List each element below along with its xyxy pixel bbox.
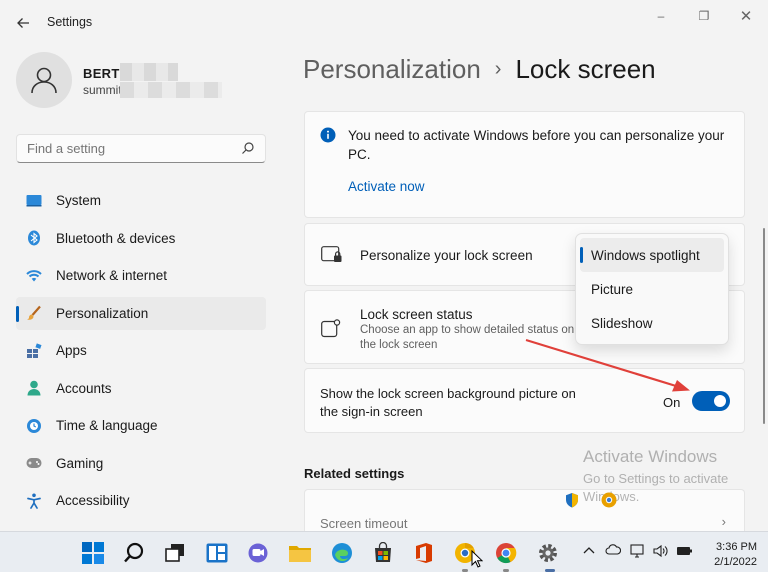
personalize-label: Personalize your lock screen — [360, 248, 533, 263]
clock-date: 2/1/2022 — [714, 556, 757, 568]
edge-icon[interactable] — [330, 541, 354, 565]
activate-now-link[interactable]: Activate now — [348, 179, 425, 194]
volume-icon[interactable] — [653, 544, 669, 561]
user-icon — [31, 67, 57, 94]
search-input[interactable] — [17, 135, 227, 162]
apps-icon — [26, 342, 42, 359]
toggle-state-label: On — [663, 395, 681, 410]
breadcrumb: Personalization › Lock screen — [303, 54, 656, 85]
signin-background-toggle[interactable] — [692, 391, 730, 411]
lock-status-description: Choose an app to show detailed status on… — [360, 324, 575, 351]
accounts-icon — [26, 380, 42, 396]
sidebar-item-label: Gaming — [56, 455, 104, 471]
sidebar-item-label: Accessibility — [56, 493, 130, 508]
sidebar-item-label: Bluetooth & devices — [56, 230, 176, 246]
close-button[interactable]: ✕ — [734, 6, 758, 26]
search-icon[interactable] — [122, 541, 146, 565]
related-settings-heading: Related settings — [304, 466, 405, 481]
start-icon[interactable] — [81, 541, 105, 565]
dropdown-option-picture[interactable]: Picture — [580, 272, 724, 306]
wifi-icon — [26, 268, 42, 284]
chrome-canary-icon — [601, 492, 617, 511]
sidebar-item-apps[interactable]: Apps — [16, 334, 266, 367]
store-icon[interactable] — [371, 541, 395, 565]
clock-time: 3:36 PM — [716, 541, 757, 553]
sidebar-item-label: Network & internet — [56, 268, 168, 283]
system-clock[interactable]: 3:36 PM 2/1/2022 — [707, 540, 757, 570]
signin-background-row: Show the lock screen background picture … — [304, 368, 745, 433]
office-icon[interactable] — [412, 541, 436, 565]
back-arrow-icon[interactable] — [12, 12, 34, 34]
sidebar-item-label: Personalization — [56, 305, 149, 321]
search-icon[interactable] — [241, 141, 255, 158]
brush-icon — [26, 305, 42, 321]
task-view-icon[interactable] — [163, 541, 187, 565]
activation-card: You need to activate Windows before you … — [304, 111, 745, 218]
mouse-cursor-icon — [471, 549, 484, 571]
maximize-button[interactable]: ❐ — [692, 6, 716, 26]
page-title: Lock screen — [515, 54, 656, 84]
breadcrumb-separator: › — [494, 58, 502, 80]
minimize-button[interactable]: – — [649, 6, 673, 26]
chat-icon[interactable] — [246, 541, 270, 565]
lock-status-label: Lock screen status — [360, 307, 473, 322]
sidebar-item-label: Time & language — [56, 418, 158, 433]
system-icon — [26, 193, 42, 209]
settings-icon[interactable] — [536, 541, 560, 565]
chevron-up-icon[interactable] — [583, 544, 595, 558]
screen-timeout-label: Screen timeout — [320, 516, 408, 531]
file-explorer-icon[interactable] — [288, 541, 312, 565]
breadcrumb-parent[interactable]: Personalization — [303, 54, 481, 84]
status-app-icon — [321, 319, 341, 342]
sidebar-item-personalization[interactable]: Personalization — [16, 296, 266, 330]
taskbar: 3:36 PM 2/1/2022 — [0, 531, 768, 572]
sidebar-item-accounts[interactable]: Accounts — [16, 372, 266, 405]
signin-background-label: Show the lock screen background picture … — [320, 386, 576, 419]
sidebar-item-network[interactable]: Network & internet — [16, 259, 266, 292]
dropdown-option-windows-spotlight[interactable]: Windows spotlight — [580, 238, 724, 272]
time-language-icon — [26, 418, 42, 434]
title-bar: Settings – ❐ ✕ — [0, 0, 768, 44]
shield-warning-icon — [565, 492, 579, 511]
widgets-icon[interactable] — [205, 541, 229, 565]
scrollbar[interactable] — [763, 228, 765, 424]
info-icon — [320, 127, 336, 146]
activation-message: You need to activate Windows before you … — [348, 128, 725, 162]
lock-screen-icon — [321, 246, 343, 267]
chevron-right-icon: › — [721, 514, 726, 529]
dropdown-option-slideshow[interactable]: Slideshow — [580, 306, 724, 340]
avatar[interactable] — [16, 52, 72, 108]
battery-icon[interactable] — [676, 544, 694, 561]
chrome-icon[interactable] — [494, 541, 518, 565]
sidebar-item-gaming[interactable]: Gaming — [16, 447, 266, 480]
search-box[interactable] — [16, 134, 266, 163]
redacted-block — [120, 82, 222, 98]
sidebar-item-label: Apps — [56, 343, 87, 358]
toggle-knob — [714, 395, 726, 407]
sidebar-item-system[interactable]: System — [16, 184, 266, 217]
sidebar-item-time-language[interactable]: Time & language — [16, 409, 266, 442]
sidebar-item-label: System — [56, 193, 102, 208]
gaming-icon — [26, 455, 42, 471]
user-email: summit — [83, 83, 122, 97]
sidebar-item-label: Accounts — [56, 380, 112, 396]
bluetooth-icon — [26, 230, 42, 246]
lock-screen-dropdown[interactable]: Windows spotlight Picture Slideshow — [575, 233, 729, 345]
network-icon[interactable] — [630, 544, 646, 561]
sidebar-item-accessibility[interactable]: Accessibility — [16, 484, 266, 517]
app-title: Settings — [47, 15, 93, 29]
accessibility-icon — [26, 493, 42, 509]
redacted-block — [120, 63, 178, 81]
sidebar-item-bluetooth[interactable]: Bluetooth & devices — [16, 222, 266, 255]
sidebar-nav: System Bluetooth & devices Network & int… — [16, 184, 266, 522]
cloud-sync-icon[interactable] — [605, 544, 622, 559]
watermark-title: Activate Windows — [583, 447, 718, 466]
